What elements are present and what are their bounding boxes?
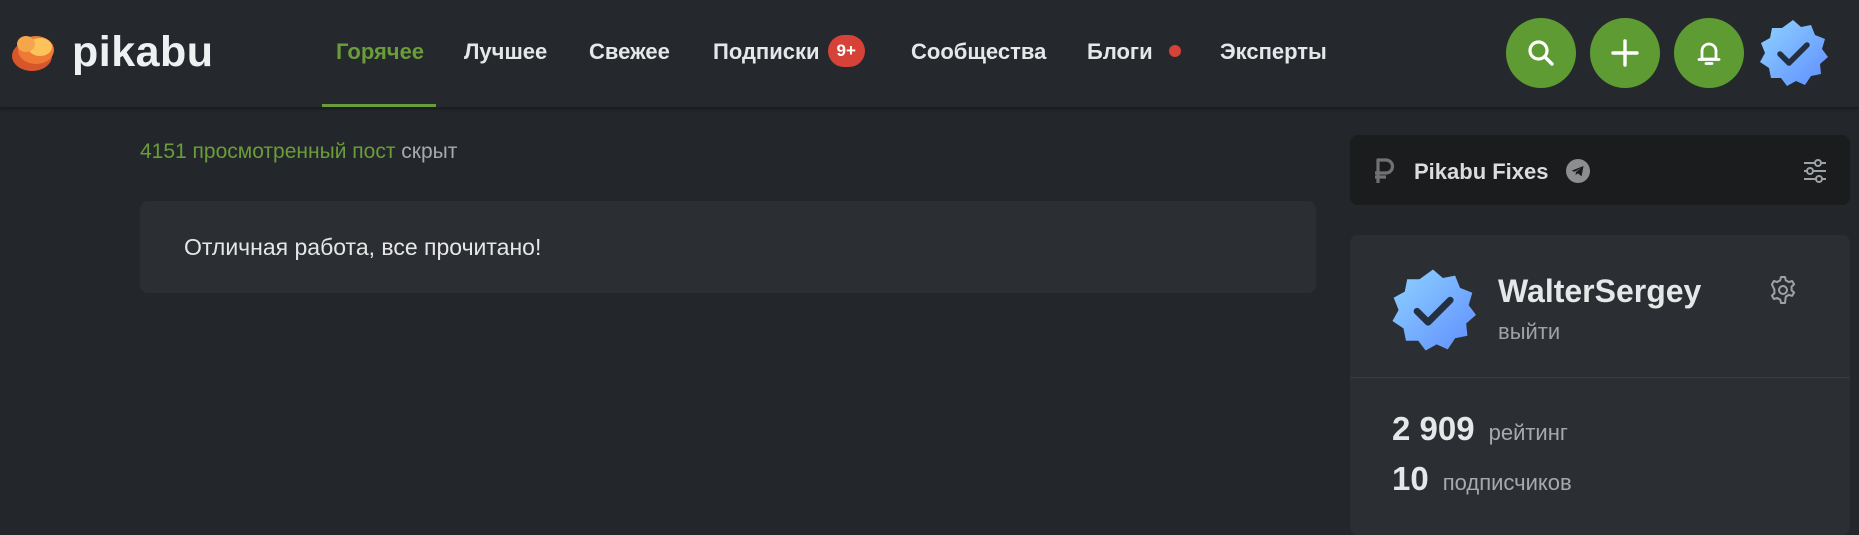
top-bar: pikabu Горячее Лучшее Свежее Подписки 9+ … <box>0 0 1859 108</box>
search-button[interactable] <box>1506 18 1576 88</box>
avatar[interactable] <box>1758 18 1828 88</box>
hidden-posts-count[interactable]: 4151 просмотренный пост <box>140 140 395 163</box>
nav-best-label: Лучшее <box>464 39 548 64</box>
profile-divider <box>1350 377 1850 378</box>
profile-avatar[interactable] <box>1390 267 1476 353</box>
hidden-posts-note: 4151 просмотренный пост скрыт <box>140 140 457 164</box>
bell-icon <box>1697 42 1721 65</box>
nav-fresh[interactable]: Свежее <box>589 0 670 107</box>
nav-communities-label: Сообщества <box>911 39 1047 64</box>
pikabu-logo-icon <box>12 36 54 71</box>
search-icon <box>1528 40 1554 66</box>
nav-blogs-label: Блоги <box>1087 39 1153 64</box>
notifications-button[interactable] <box>1674 18 1744 88</box>
rating-label: рейтинг <box>1488 420 1568 445</box>
logo-text: pikabu <box>72 28 214 76</box>
plus-icon <box>1611 39 1639 67</box>
nav-best[interactable]: Лучшее <box>464 0 547 107</box>
hidden-posts-suffix: скрыт <box>395 140 458 163</box>
pikabu-fixes-title: Pikabu Fixes <box>1414 159 1549 184</box>
nav-experts[interactable]: Эксперты <box>1220 0 1327 107</box>
followers-value: 10 <box>1392 460 1429 497</box>
nav-experts-label: Эксперты <box>1220 39 1327 64</box>
rating-value: 2 909 <box>1392 410 1475 447</box>
profile-card: WalterSergey выйти 2 909 рейтинг 10 подпис… <box>1350 235 1850 535</box>
all-read-card: Отличная работа, все прочитано! <box>140 201 1316 293</box>
followers-label: подписчиков <box>1442 470 1572 495</box>
add-post-button[interactable] <box>1590 18 1660 88</box>
nav-subscriptions[interactable]: Подписки 9+ <box>713 0 865 107</box>
nav-hot-label: Горячее <box>336 39 425 64</box>
nav-blogs[interactable]: Блоги <box>1087 0 1181 107</box>
logout-link[interactable]: выйти <box>1498 319 1560 345</box>
nav-hot[interactable]: Горячее <box>322 0 436 107</box>
logo[interactable]: pikabu <box>10 26 214 78</box>
subscriptions-badge: 9+ <box>827 35 865 68</box>
username[interactable]: WalterSergey <box>1498 273 1701 310</box>
rating-stat: 2 909 рейтинг <box>1392 410 1568 448</box>
blogs-unread-dot <box>1168 45 1181 58</box>
followers-stat[interactable]: 10 подписчиков <box>1392 460 1572 498</box>
gear-icon[interactable] <box>1768 275 1798 305</box>
all-read-message: Отличная работа, все прочитано! <box>184 234 542 260</box>
active-tab-indicator <box>322 104 436 107</box>
nav-subscriptions-label: Подписки <box>713 39 820 64</box>
nav-fresh-label: Свежее <box>589 39 670 64</box>
pikabu-fixes-card: Pikabu Fixes <box>1350 135 1850 205</box>
verified-badge-icon <box>1760 20 1828 86</box>
sliders-icon[interactable] <box>1802 158 1828 184</box>
nav-communities[interactable]: Сообщества <box>911 0 1046 107</box>
ruble-logo-icon <box>1375 158 1395 183</box>
telegram-icon[interactable] <box>1566 159 1590 183</box>
